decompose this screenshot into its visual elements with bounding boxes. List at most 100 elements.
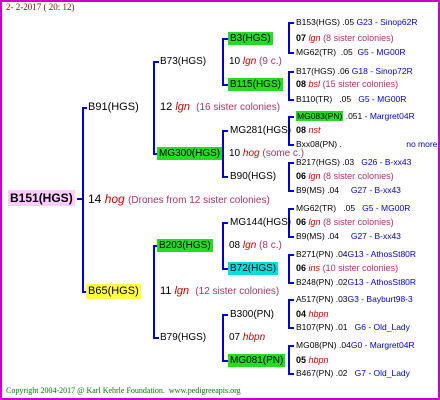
g1-1-note: (12 sister colonies)	[195, 286, 280, 297]
g3-1-num: 08	[296, 79, 307, 89]
queen-g4-10[interactable]: B271(PN)	[296, 249, 333, 259]
queen-g1-0[interactable]: B91(HGS)	[86, 100, 141, 115]
g2-0-num: 10	[229, 56, 241, 67]
g4-row-4: MG083(PN) .051 - Margret04R	[296, 110, 415, 123]
g4-row-11: B248(PN) .02G13 - AthosSt80R	[296, 276, 416, 289]
connector	[288, 116, 294, 118]
connector	[288, 299, 290, 328]
g4-13-num: .01	[335, 322, 348, 332]
g1-1-breed: lgn	[174, 285, 190, 297]
g4-7-origin: G27 - B-xx43	[350, 185, 401, 195]
g4-6-num: .03	[342, 157, 355, 167]
queen-g4-15[interactable]: B467(PN)	[296, 368, 333, 378]
queen-g4-2[interactable]: B17(HGS)	[296, 66, 335, 76]
g4-14-num: .04	[339, 340, 351, 350]
connector	[288, 99, 294, 101]
root-note: (Drones from 12 sister colonies)	[128, 195, 270, 206]
g1-1-breed-line: 11 lgn (12 sister colonies)	[160, 284, 279, 299]
copyright-text: Copyright 2004-2017 @ Karl Kehrle Founda…	[6, 386, 165, 395]
g2-2-breed: lgn	[242, 240, 257, 251]
queen-g4-3[interactable]: B110(TR)	[296, 94, 332, 104]
g4-row-10: B271(PN) .04G13 - AthosSt80R	[296, 248, 416, 261]
g2-0-note: (9 c.)	[259, 56, 282, 67]
site-link[interactable]: www.pedigreeapis.org	[169, 386, 241, 395]
queen-g2-2[interactable]: B203(HGS)	[157, 239, 213, 252]
root-breed-line: 14 hog (Drones from 12 sister colonies)	[88, 191, 270, 209]
g1-0-note: (16 sister colonies)	[196, 102, 281, 113]
g1-0-breed-line: 12 lgn (16 sister colonies)	[160, 100, 280, 115]
g2-1-breed: hog	[242, 148, 260, 159]
g3-5-breed-line: 06 ins (10 sister colonies)	[296, 262, 398, 275]
g2-0-breed-line: 10 lgn (9 c.)	[229, 55, 282, 68]
queen-g4-0[interactable]: B153(HGS)	[296, 17, 340, 27]
g4-row-5: Bxx08(PN) . no more	[296, 138, 437, 151]
connector	[288, 162, 294, 164]
g3-1-note: (15 sister colonies)	[322, 79, 399, 89]
queen-g4-1[interactable]: MG62(TR)	[296, 47, 336, 57]
g4-row-14: MG08(PN) .04G0 - Margret04R	[296, 339, 415, 352]
connector	[288, 190, 294, 192]
root-num: 14	[88, 192, 102, 206]
queen-g3-5[interactable]: B72(HGS)	[228, 262, 279, 275]
connector	[222, 222, 224, 269]
root-breed: hog	[104, 192, 125, 206]
g3-2-breed: nst	[308, 125, 321, 135]
g3-1-breed-line: 08 bsl (15 sister colonies)	[296, 78, 398, 91]
g4-5-origin: no more	[406, 139, 438, 149]
queen-g4-14[interactable]: MG08(PN)	[296, 340, 337, 350]
g2-3-breed-line: 07 hbpn	[229, 331, 265, 344]
connector	[288, 345, 290, 374]
queen-g4-5[interactable]: Bxx08(PN)	[296, 139, 337, 149]
g2-2-num: 08	[229, 240, 241, 251]
date-stamp: 2- 2-2017 ( 20: 12)	[6, 2, 75, 12]
queen-g2-3[interactable]: B79(HGS)	[158, 331, 208, 344]
g3-5-note: (10 sister colonies)	[322, 263, 399, 273]
queen-g3-3[interactable]: B90(HGS)	[228, 170, 278, 183]
g3-6-breed: hbpn	[308, 309, 329, 319]
g4-8-origin: G5 - MG00R	[362, 203, 411, 213]
connector	[153, 245, 155, 338]
g4-12-origin: G3 - Bayburt98-3	[347, 294, 413, 304]
g4-0-num: .05	[342, 17, 355, 27]
queen-g1-1[interactable]: B65(HGS)	[86, 284, 141, 299]
g4-3-origin: G5 - MG00R	[358, 94, 407, 104]
connector	[288, 299, 294, 301]
connector	[288, 208, 294, 210]
queen-g3-2[interactable]: MG281(HGS)	[228, 124, 293, 137]
g2-0-breed: lgn	[242, 56, 257, 67]
g3-7-breed: hbpn	[308, 355, 329, 365]
g3-0-breed-line: 07 lgn (8 sister colonies)	[296, 32, 394, 45]
connector	[288, 254, 290, 283]
connector	[288, 254, 294, 256]
queen-g3-0[interactable]: B3(HGS)	[228, 32, 273, 45]
queen-g2-1[interactable]: MG300(HGS)	[157, 147, 223, 160]
g4-0-origin: G23 - Sinop62R	[356, 17, 418, 27]
g4-row-13: B107(PN) .01 G6 - Old_Lady	[296, 321, 410, 334]
queen-g4-6[interactable]: B217(HGS)	[296, 157, 340, 167]
queen-g4-11[interactable]: B248(PN)	[296, 277, 333, 287]
queen-g4-13[interactable]: B107(PN)	[296, 322, 333, 332]
queen-g4-9[interactable]: B9(MS)	[296, 231, 325, 241]
g1-0-breed: lgn	[175, 101, 190, 113]
queen-g3-6[interactable]: B300(PN)	[228, 308, 276, 321]
g4-row-15: B467(PN) .02 G7 - Old_Lady	[296, 367, 410, 380]
g3-2-breed-line: 08 nst	[296, 124, 321, 137]
queen-root[interactable]: B151(HGS)	[8, 190, 75, 206]
queen-g4-4[interactable]: MG083(PN)	[296, 111, 344, 121]
g4-7-num: .04	[327, 185, 340, 195]
connector	[82, 107, 84, 293]
g3-6-breed-line: 04 hbpn	[296, 308, 329, 321]
queen-g4-12[interactable]: A517(PN)	[296, 294, 333, 304]
queen-g4-8[interactable]: MG62(TR)	[296, 203, 336, 213]
queen-g4-7[interactable]: B9(MS)	[296, 185, 325, 195]
connector	[288, 22, 294, 24]
queen-g3-4[interactable]: MG144(HGS)	[228, 216, 293, 229]
queen-g2-0[interactable]: B73(HGS)	[158, 55, 208, 68]
queen-g3-7[interactable]: MG081(PN)	[228, 354, 286, 367]
g4-9-origin: G27 - B-xx43	[350, 231, 401, 241]
g4-9-num: .04	[327, 231, 340, 241]
connector	[288, 282, 294, 284]
g1-0-num: 12	[160, 101, 173, 113]
queen-g3-1[interactable]: B115(HGS)	[228, 78, 283, 91]
g2-3-breed: hbpn	[242, 332, 266, 343]
